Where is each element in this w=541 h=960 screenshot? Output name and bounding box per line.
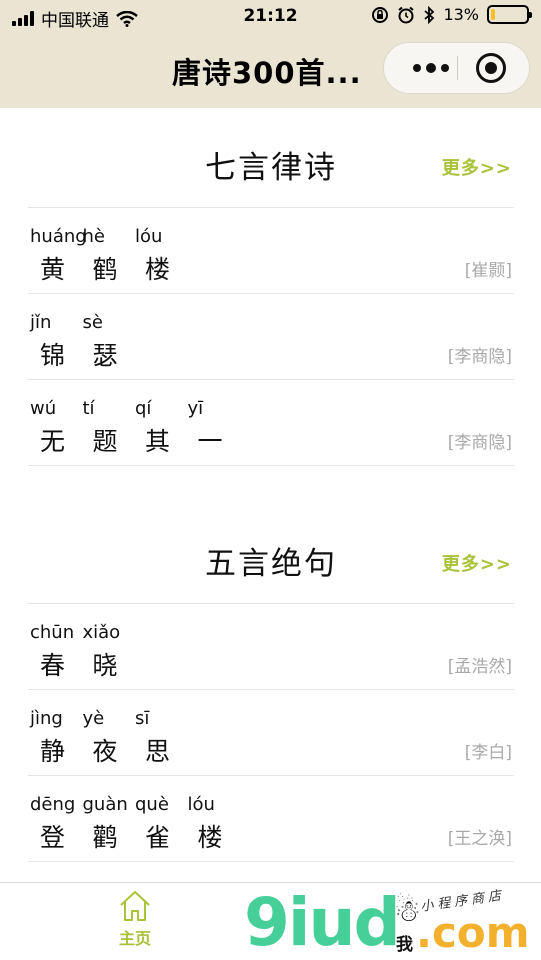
top-bar: 中国联通 21:12 13% 唐诗300首...	[0, 0, 541, 108]
section-header: 七言律诗 更多>>	[28, 108, 514, 208]
pinyin: hè	[82, 226, 105, 247]
pinyin: jǐn	[30, 312, 52, 333]
hanzi: 晓	[92, 651, 118, 680]
poem-item[interactable]: chūn 春 xiǎo 晓 [孟浩然]	[28, 604, 514, 690]
pinyin: tí	[82, 398, 95, 419]
pinyin: jìng	[30, 708, 63, 729]
watermark-brand: 9iud	[244, 884, 401, 960]
hanzi: 瑟	[92, 341, 118, 370]
poem-author: [崔颢]	[464, 261, 512, 281]
pinyin: huáng	[30, 226, 87, 247]
section-header: 五言绝句 更多>>	[28, 504, 514, 604]
hanzi: 黄	[40, 255, 66, 284]
status-bar: 中国联通 21:12 13%	[0, 0, 541, 34]
hanzi: 思	[145, 737, 171, 766]
more-link[interactable]: 更多>>	[442, 154, 512, 180]
more-dots-icon	[413, 64, 421, 72]
poem-author: [王之涣]	[447, 829, 512, 849]
hanzi: 鹳	[92, 823, 118, 852]
close-mini-program-button[interactable]	[476, 53, 506, 83]
battery-icon	[487, 5, 532, 24]
hanzi: 雀	[145, 823, 171, 852]
hanzi: 锦	[40, 341, 66, 370]
poem-author: [李商隐]	[447, 347, 512, 367]
poem-author: [李白]	[464, 743, 512, 763]
pinyin: lóu	[135, 226, 163, 247]
pinyin: qí	[135, 398, 152, 419]
poem-item[interactable]: wú 无 tí 题 qí 其 yī 一 [李商隐]	[28, 380, 514, 466]
poem-item[interactable]: huáng 黄 hè 鹤 lóu 楼 [崔颢]	[28, 208, 514, 294]
hanzi: 其	[145, 427, 171, 456]
poem-item[interactable]: dēng 登 guàn 鹳 què 雀 lóu 楼 [王之涣]	[28, 776, 514, 862]
hanzi: 春	[40, 651, 66, 680]
pinyin: sè	[82, 312, 103, 333]
battery-fill	[491, 9, 496, 20]
poem-title: chūn 春 xiǎo 晓	[30, 622, 135, 682]
pinyin: sī	[135, 708, 150, 729]
more-menu-button[interactable]	[402, 43, 460, 93]
poem-author: [孟浩然]	[447, 657, 512, 677]
bluetooth-icon	[424, 5, 435, 24]
hanzi: 夜	[92, 737, 118, 766]
tab-home-label: 主页	[118, 929, 151, 948]
hanzi: 楼	[145, 255, 171, 284]
poem-author: [李商隐]	[447, 433, 512, 453]
section-wuyan-jueju: 五言绝句 更多>> chūn 春 xiǎo 晓 [孟浩然] jìng 静 yè 夜 sī…	[28, 504, 514, 862]
tab-home[interactable]: 主页	[105, 889, 165, 949]
alarm-icon	[398, 6, 415, 23]
hanzi: 题	[92, 427, 118, 456]
poem-title: jìng 静 yè 夜 sī 思	[30, 708, 188, 768]
pinyin: guàn	[82, 794, 128, 815]
poem-item[interactable]: jǐn 锦 sè 瑟 [李商隐]	[28, 294, 514, 380]
watermark-wo: 我	[396, 935, 413, 955]
pinyin: dēng	[30, 794, 76, 815]
battery-percent: 13%	[443, 5, 479, 24]
pinyin: què	[135, 794, 169, 815]
hanzi: 无	[40, 427, 66, 456]
hanzi: 静	[40, 737, 66, 766]
hanzi: 楼	[197, 823, 223, 852]
watermark-com: .com	[416, 908, 530, 957]
mini-program-capsule	[383, 42, 530, 94]
watermark-logo: 9iud ☃ 我 .com 小程序商店	[244, 884, 534, 960]
hanzi: 鹤	[92, 255, 118, 284]
poem-title: dēng 登 guàn 鹳 què 雀 lóu 楼	[30, 794, 240, 854]
rotation-lock-icon	[372, 6, 389, 23]
more-link[interactable]: 更多>>	[442, 550, 512, 576]
hanzi: 登	[40, 823, 66, 852]
pinyin: yī	[187, 398, 204, 419]
poem-title: huáng 黄 hè 鹤 lóu 楼	[30, 226, 188, 286]
home-icon	[120, 891, 150, 921]
pinyin: yè	[82, 708, 105, 729]
poem-title: jǐn 锦 sè 瑟	[30, 312, 135, 372]
pinyin: xiǎo	[82, 622, 121, 643]
pinyin: chūn	[30, 622, 75, 643]
poem-item[interactable]: jìng 静 yè 夜 sī 思 [李白]	[28, 690, 514, 776]
capsule-divider	[457, 56, 458, 80]
poem-title: wú 无 tí 题 qí 其 yī 一	[30, 398, 240, 458]
section-qiyan-lvshi: 七言律诗 更多>> huáng 黄 hè 鹤 lóu 楼 [崔颢] jǐn 锦 sè 瑟 …	[28, 108, 514, 466]
hanzi: 一	[197, 427, 223, 456]
pinyin: lóu	[187, 794, 215, 815]
pinyin: wú	[30, 398, 57, 419]
page-title: 唐诗300首...	[172, 56, 362, 90]
